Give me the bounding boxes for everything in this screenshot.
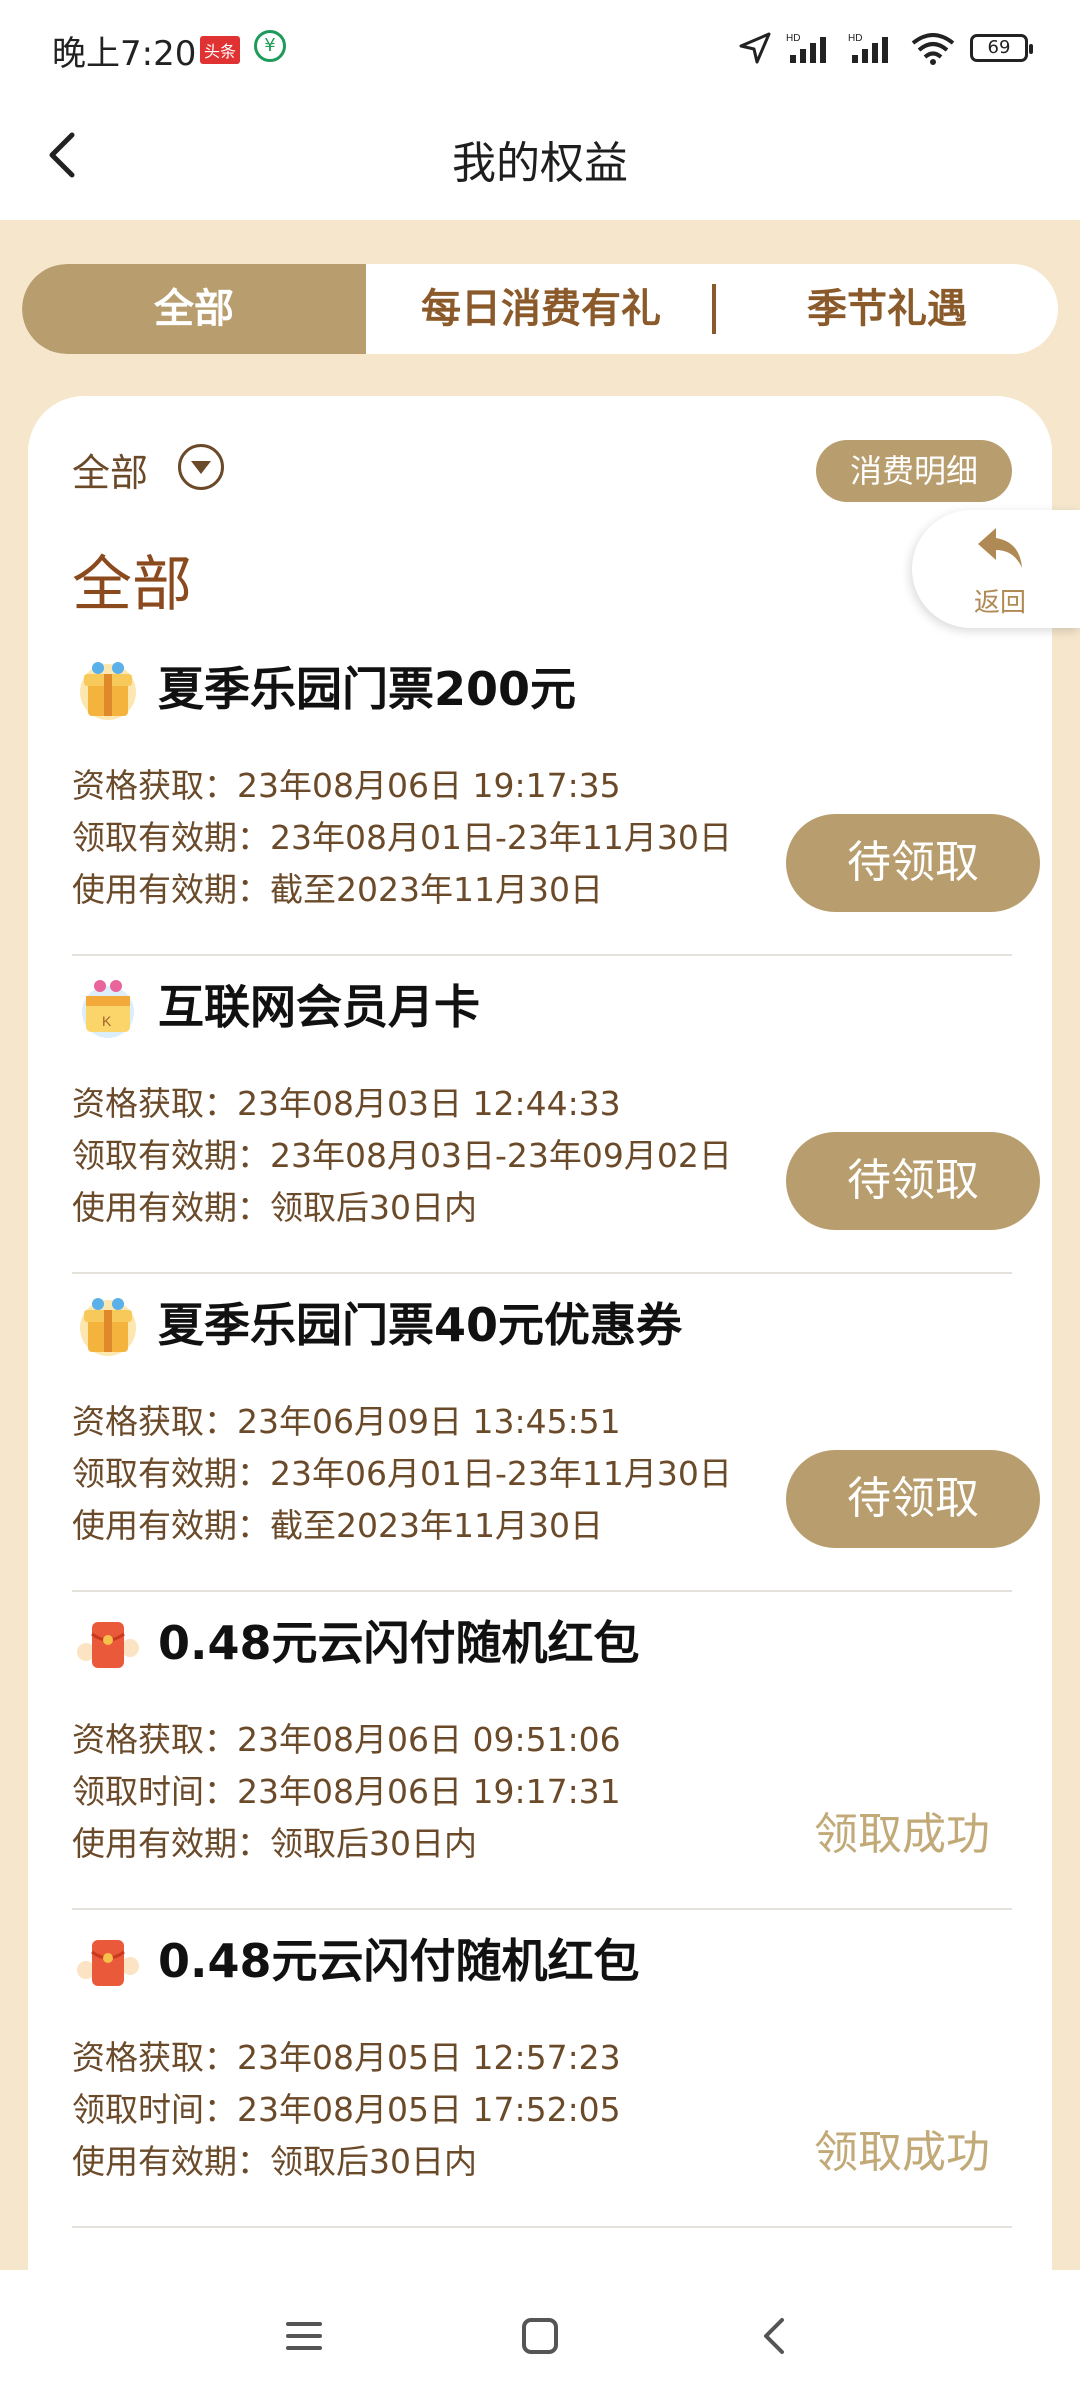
location-arrow-icon xyxy=(739,32,771,64)
status-icons: HD HD 69 xyxy=(738,28,1033,68)
qualification-time: 资格获取：23年08月05日 12:57:23 xyxy=(72,2038,621,2077)
claim-button[interactable]: 待领取 xyxy=(786,814,1040,912)
wifi-icon xyxy=(911,33,955,65)
return-arrow-icon xyxy=(978,528,1022,568)
svg-text:K: K xyxy=(102,1013,112,1029)
floating-return-button[interactable]: 返回 xyxy=(912,510,1080,628)
page-title: 我的权益 xyxy=(452,138,628,189)
consumption-detail-button[interactable]: 消费明细 xyxy=(816,440,1012,502)
dropdown-arrow-icon[interactable] xyxy=(178,444,224,490)
header: 我的权益 xyxy=(0,95,1080,220)
claim-validity: 领取有效期：23年06月01日-23年11月30日 xyxy=(72,1454,732,1493)
red-packet-icon xyxy=(77,1940,139,1986)
battery-icon: 69 xyxy=(970,34,1033,62)
use-validity: 使用有效期：领取后30日内 xyxy=(72,1188,477,1227)
news-app-badge-icon: 头条 xyxy=(200,36,241,64)
claim-validity: 领取有效期：23年08月03日-23年09月02日 xyxy=(72,1136,732,1175)
home-icon[interactable] xyxy=(510,2306,570,2366)
system-nav-bar xyxy=(0,2270,1080,2400)
item-details: 资格获取：23年08月05日 12:57:23 领取时间：23年08月05日 1… xyxy=(72,2032,621,2188)
item-title: 互联网会员月卡 xyxy=(158,980,480,1034)
leaf-app-icon: ¥ xyxy=(254,30,286,62)
tab-all[interactable]: 全部 xyxy=(22,264,366,354)
return-label: 返回 xyxy=(974,588,1027,618)
qualification-time: 资格获取：23年08月03日 12:44:33 xyxy=(72,1084,621,1123)
list-item: K 互联网会员月卡 资格获取：23年08月03日 12:44:33 领取有效期：… xyxy=(72,956,1040,1274)
claim-button[interactable]: 待领取 xyxy=(786,1132,1040,1230)
tab-bar: 全部 每日消费有礼 季节礼遇 xyxy=(22,264,1058,354)
item-details: 资格获取：23年06月09日 13:45:51 领取有效期：23年06月01日-… xyxy=(72,1396,732,1552)
qualification-time: 资格获取：23年06月09日 13:45:51 xyxy=(72,1402,621,1441)
member-card-icon: K xyxy=(82,980,134,1038)
use-validity: 使用有效期：领取后30日内 xyxy=(72,2142,477,2181)
list-item: 0.48元云闪付随机红包 资格获取：23年08月06日 09:51:06 领取时… xyxy=(72,1592,1012,1910)
claimed-status: 领取成功 xyxy=(814,1809,990,1860)
use-validity: 使用有效期：截至2023年11月30日 xyxy=(72,1506,603,1545)
item-details: 资格获取：23年08月06日 19:17:35 领取有效期：23年08月01日-… xyxy=(72,760,732,916)
item-title: 0.48元云闪付随机红包 xyxy=(158,1934,640,1988)
qualification-time: 资格获取：23年08月06日 19:17:35 xyxy=(72,766,621,805)
filter-dropdown-label[interactable]: 全部 xyxy=(72,442,148,497)
list-item: 0.48元云闪付随机红包 资格获取：23年08月05日 12:57:23 领取时… xyxy=(72,1910,1012,2228)
tab-seasonal-gift[interactable]: 季节礼遇 xyxy=(716,264,1058,354)
claim-button[interactable]: 待领取 xyxy=(786,1450,1040,1548)
claim-time: 领取时间：23年08月06日 19:17:31 xyxy=(72,1772,621,1811)
svg-text:HD: HD xyxy=(848,33,862,44)
list-item: 夏季乐园门票40元优惠券 资格获取：23年06月09日 13:45:51 领取有… xyxy=(72,1274,1040,1592)
tab-daily-consumption-gift[interactable]: 每日消费有礼 xyxy=(366,264,716,354)
item-title: 0.48元云闪付随机红包 xyxy=(158,1616,640,1670)
claim-validity: 领取有效期：23年08月01日-23年11月30日 xyxy=(72,818,732,857)
item-title: 夏季乐园门票200元 xyxy=(158,662,577,716)
red-packet-icon xyxy=(77,1622,139,1668)
benefits-card: 全部 消费明细 全部 夏季乐园门票200元 资格获取：23年08月06日 19:… xyxy=(28,396,1052,2296)
signal-hd-icon: HD xyxy=(786,33,826,63)
item-details: 资格获取：23年08月06日 09:51:06 领取时间：23年08月06日 1… xyxy=(72,1714,621,1870)
claimed-status: 领取成功 xyxy=(814,2127,990,2178)
use-validity: 使用有效期：领取后30日内 xyxy=(72,1824,477,1863)
gift-box-icon xyxy=(80,662,136,720)
back-nav-icon[interactable] xyxy=(746,2306,806,2366)
gift-box-icon xyxy=(80,1298,136,1356)
list-item: 夏季乐园门票200元 资格获取：23年08月06日 19:17:35 领取有效期… xyxy=(72,638,1040,956)
signal-hd-icon: HD xyxy=(848,33,888,63)
item-title: 夏季乐园门票40元优惠券 xyxy=(158,1298,683,1352)
qualification-time: 资格获取：23年08月06日 09:51:06 xyxy=(72,1720,621,1759)
menu-icon[interactable] xyxy=(274,2306,334,2366)
svg-text:HD: HD xyxy=(786,33,800,44)
status-time: 晚上7:20 xyxy=(52,34,197,74)
use-validity: 使用有效期：截至2023年11月30日 xyxy=(72,870,603,909)
item-details: 资格获取：23年08月03日 12:44:33 领取有效期：23年08月03日-… xyxy=(72,1078,732,1234)
section-title: 全部 xyxy=(72,550,192,620)
status-bar: 晚上7:20 头条 ¥ HD HD 69 xyxy=(0,0,1080,95)
claim-time: 领取时间：23年08月05日 17:52:05 xyxy=(72,2090,621,2129)
benefits-list: 夏季乐园门票200元 资格获取：23年08月06日 19:17:35 领取有效期… xyxy=(72,638,1040,2228)
